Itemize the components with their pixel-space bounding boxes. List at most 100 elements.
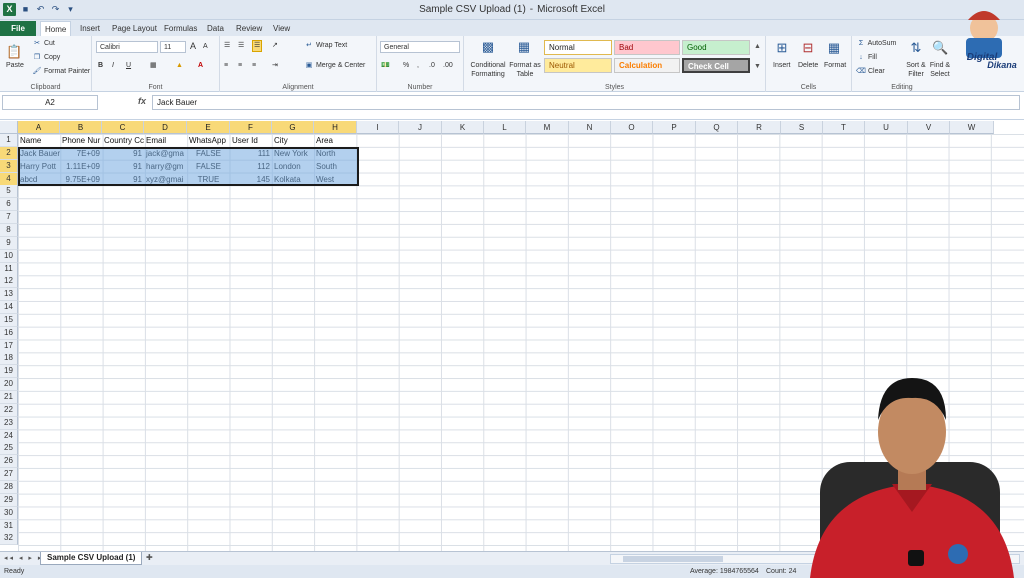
column-header-k[interactable]: K [442, 121, 484, 134]
new-sheet-icon[interactable]: ✚ [146, 553, 153, 562]
column-header-u[interactable]: U [865, 121, 908, 134]
increase-decimal-button[interactable]: .0 [429, 61, 435, 71]
column-header-l[interactable]: L [484, 121, 526, 134]
indent-icon[interactable]: ⇥ [272, 61, 278, 71]
align-left-icon[interactable]: ≡ [224, 61, 228, 71]
name-box[interactable]: A2 [2, 95, 98, 110]
underline-button[interactable]: U [126, 61, 131, 71]
styles-more-icon[interactable]: ▼ [754, 62, 761, 72]
header-cell[interactable]: Area [314, 134, 357, 147]
row-header-22[interactable]: 22 [0, 403, 18, 417]
wrap-text-button[interactable]: ↵ Wrap Text [304, 41, 347, 51]
row-header-30[interactable]: 30 [0, 506, 18, 520]
orientation-icon[interactable]: ↗ [272, 41, 278, 51]
cut-button[interactable]: ✂ Cut [32, 39, 55, 49]
row-header-11[interactable]: 11 [0, 262, 18, 276]
row-header-9[interactable]: 9 [0, 236, 18, 250]
style-good[interactable]: Good [682, 40, 750, 55]
row-header-5[interactable]: 5 [0, 185, 18, 199]
tab-home[interactable]: Home [40, 21, 72, 36]
align-center-icon[interactable]: ≡ [238, 61, 242, 71]
row-header-28[interactable]: 28 [0, 480, 18, 494]
row-header-10[interactable]: 10 [0, 249, 18, 263]
style-calculation[interactable]: Calculation [614, 58, 680, 73]
style-normal[interactable]: Normal [544, 40, 612, 55]
font-name-select[interactable]: Calibri [96, 41, 158, 53]
sheet-tab[interactable]: Sample CSV Upload (1) [40, 552, 143, 565]
conditional-formatting-icon[interactable]: ▩ [480, 39, 496, 55]
row-header-12[interactable]: 12 [0, 275, 18, 289]
row-header-29[interactable]: 29 [0, 493, 18, 507]
format-cells-icon[interactable]: ▦ [826, 40, 842, 56]
grow-font-button[interactable]: A [190, 41, 196, 51]
clear-button[interactable]: ⌫ Clear [856, 67, 885, 77]
row-header-20[interactable]: 20 [0, 378, 18, 392]
tab-insert[interactable]: Insert [76, 21, 104, 36]
column-header-s[interactable]: S [781, 121, 823, 134]
fill-button[interactable]: ↓ Fill [856, 53, 877, 63]
tab-review[interactable]: Review [232, 21, 266, 36]
delete-cells-icon[interactable]: ⊟ [800, 40, 816, 56]
insert-function-icon[interactable]: fx [138, 96, 146, 106]
style-neutral[interactable]: Neutral [544, 58, 612, 73]
row-header-16[interactable]: 16 [0, 326, 18, 340]
row-header-3[interactable]: 3 [0, 159, 18, 173]
column-header-e[interactable]: E [187, 121, 230, 134]
borders-icon[interactable]: ▦ [150, 61, 157, 71]
format-as-table-icon[interactable]: ▦ [516, 39, 532, 55]
column-header-b[interactable]: B [60, 121, 102, 134]
column-header-h[interactable]: H [314, 121, 357, 134]
row-header-4[interactable]: 4 [0, 172, 18, 186]
row-header-18[interactable]: 18 [0, 352, 18, 366]
currency-icon[interactable]: 💵 [381, 61, 390, 71]
insert-cells-icon[interactable]: ⊞ [774, 40, 790, 56]
row-header-32[interactable]: 32 [0, 532, 18, 546]
header-cell[interactable]: WhatsApp [187, 134, 230, 147]
row-header-2[interactable]: 2 [0, 146, 18, 160]
column-header-j[interactable]: J [399, 121, 442, 134]
column-header-w[interactable]: W [950, 121, 994, 134]
header-cell[interactable]: City [272, 134, 314, 147]
column-header-r[interactable]: R [738, 121, 781, 134]
italic-button[interactable]: I [112, 61, 114, 71]
header-cell[interactable]: Country Cc [102, 134, 144, 147]
merge-center-button[interactable]: ▣ Merge & Center [304, 61, 366, 71]
row-header-13[interactable]: 13 [0, 288, 18, 302]
comma-button[interactable]: , [417, 61, 419, 71]
column-header-g[interactable]: G [272, 121, 314, 134]
row-header-25[interactable]: 25 [0, 442, 18, 456]
number-format-select[interactable]: General [380, 41, 460, 53]
header-cell[interactable]: Phone Nur [60, 134, 102, 147]
font-size-select[interactable]: 11 [160, 41, 186, 53]
select-all-corner[interactable] [0, 121, 18, 134]
row-header-8[interactable]: 8 [0, 223, 18, 237]
conditional-formatting-button[interactable]: Conditional Formatting [468, 61, 508, 79]
row-header-31[interactable]: 31 [0, 519, 18, 533]
header-cell[interactable]: User Id [230, 134, 272, 147]
decrease-decimal-button[interactable]: .00 [443, 61, 453, 71]
column-header-m[interactable]: M [526, 121, 569, 134]
row-header-17[interactable]: 17 [0, 339, 18, 353]
formula-input[interactable]: Jack Bauer [152, 95, 1020, 110]
paste-button[interactable]: Paste [6, 61, 24, 71]
sort-filter-icon[interactable]: ⇅ [908, 40, 924, 56]
percent-button[interactable]: % [403, 61, 409, 71]
paste-icon[interactable]: 📋 [6, 44, 22, 60]
row-header-23[interactable]: 23 [0, 416, 18, 430]
column-header-t[interactable]: T [823, 121, 865, 134]
format-button[interactable]: Format [824, 61, 846, 71]
shrink-font-button[interactable]: A [203, 42, 208, 52]
sort-filter-button[interactable]: Sort & Filter [904, 61, 928, 79]
row-header-21[interactable]: 21 [0, 391, 18, 404]
tab-data[interactable]: Data [203, 21, 228, 36]
align-bottom-icon[interactable]: ☰ [252, 40, 263, 52]
align-top-icon[interactable]: ☰ [224, 41, 230, 51]
tab-formulas[interactable]: Formulas [160, 21, 201, 36]
column-header-q[interactable]: Q [696, 121, 738, 134]
format-painter-button[interactable]: 🖌 Format Painter [32, 67, 91, 77]
column-header-n[interactable]: N [569, 121, 611, 134]
row-header-7[interactable]: 7 [0, 211, 18, 225]
row-header-24[interactable]: 24 [0, 429, 18, 443]
scrollbar-thumb[interactable] [623, 556, 723, 562]
font-color-icon[interactable]: A [198, 61, 203, 71]
